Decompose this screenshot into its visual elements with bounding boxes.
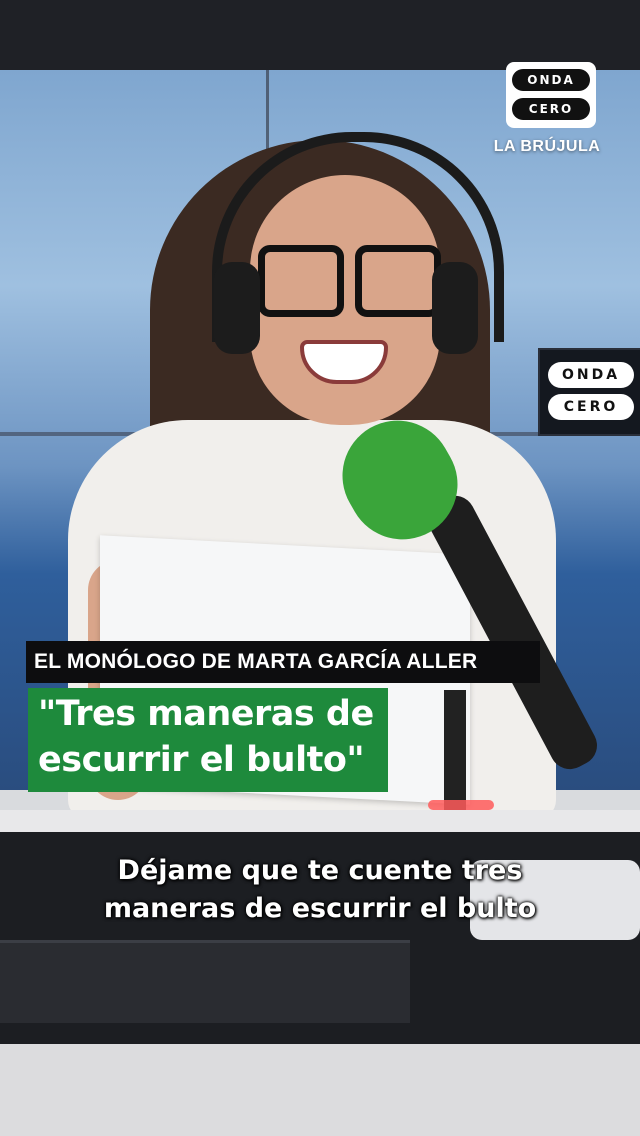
headline-line-2: escurrir el bulto" [38, 740, 365, 780]
video-frame: ONDA CERO ONDA CERO LA BRÚJULA EL MONÓLO… [0, 0, 640, 1136]
on-air-light [428, 800, 494, 810]
mixing-console [0, 940, 410, 1023]
segment-label: EL MONÓLOGO DE MARTA GARCÍA ALLER [26, 641, 540, 683]
headline-box: "Tres maneras de escurrir el bulto" [28, 688, 388, 792]
microphone-stand [444, 690, 466, 810]
subtitle-caption: Déjame que te cuente tres maneras de esc… [0, 852, 640, 928]
studio-logo-bottom-text: CERO [548, 394, 634, 420]
headphones-right-cup [432, 262, 478, 354]
logo-top-text: ONDA [512, 69, 590, 91]
studio-onda-cero-logo: ONDA CERO [538, 348, 640, 436]
subtitle-line-1: Déjame que te cuente tres [117, 855, 523, 886]
program-name: LA BRÚJULA [493, 138, 601, 155]
subtitle-line-2: maneras de escurrir el bulto [103, 893, 537, 924]
studio-ceiling [0, 0, 640, 70]
headline-line-1: "Tres maneras de [38, 694, 374, 734]
studio-floor [0, 1044, 640, 1136]
headphones-left-cup [214, 262, 260, 354]
studio-logo-top-text: ONDA [548, 362, 634, 388]
onda-cero-logo: ONDA CERO [506, 62, 596, 128]
logo-bottom-text: CERO [512, 98, 590, 120]
